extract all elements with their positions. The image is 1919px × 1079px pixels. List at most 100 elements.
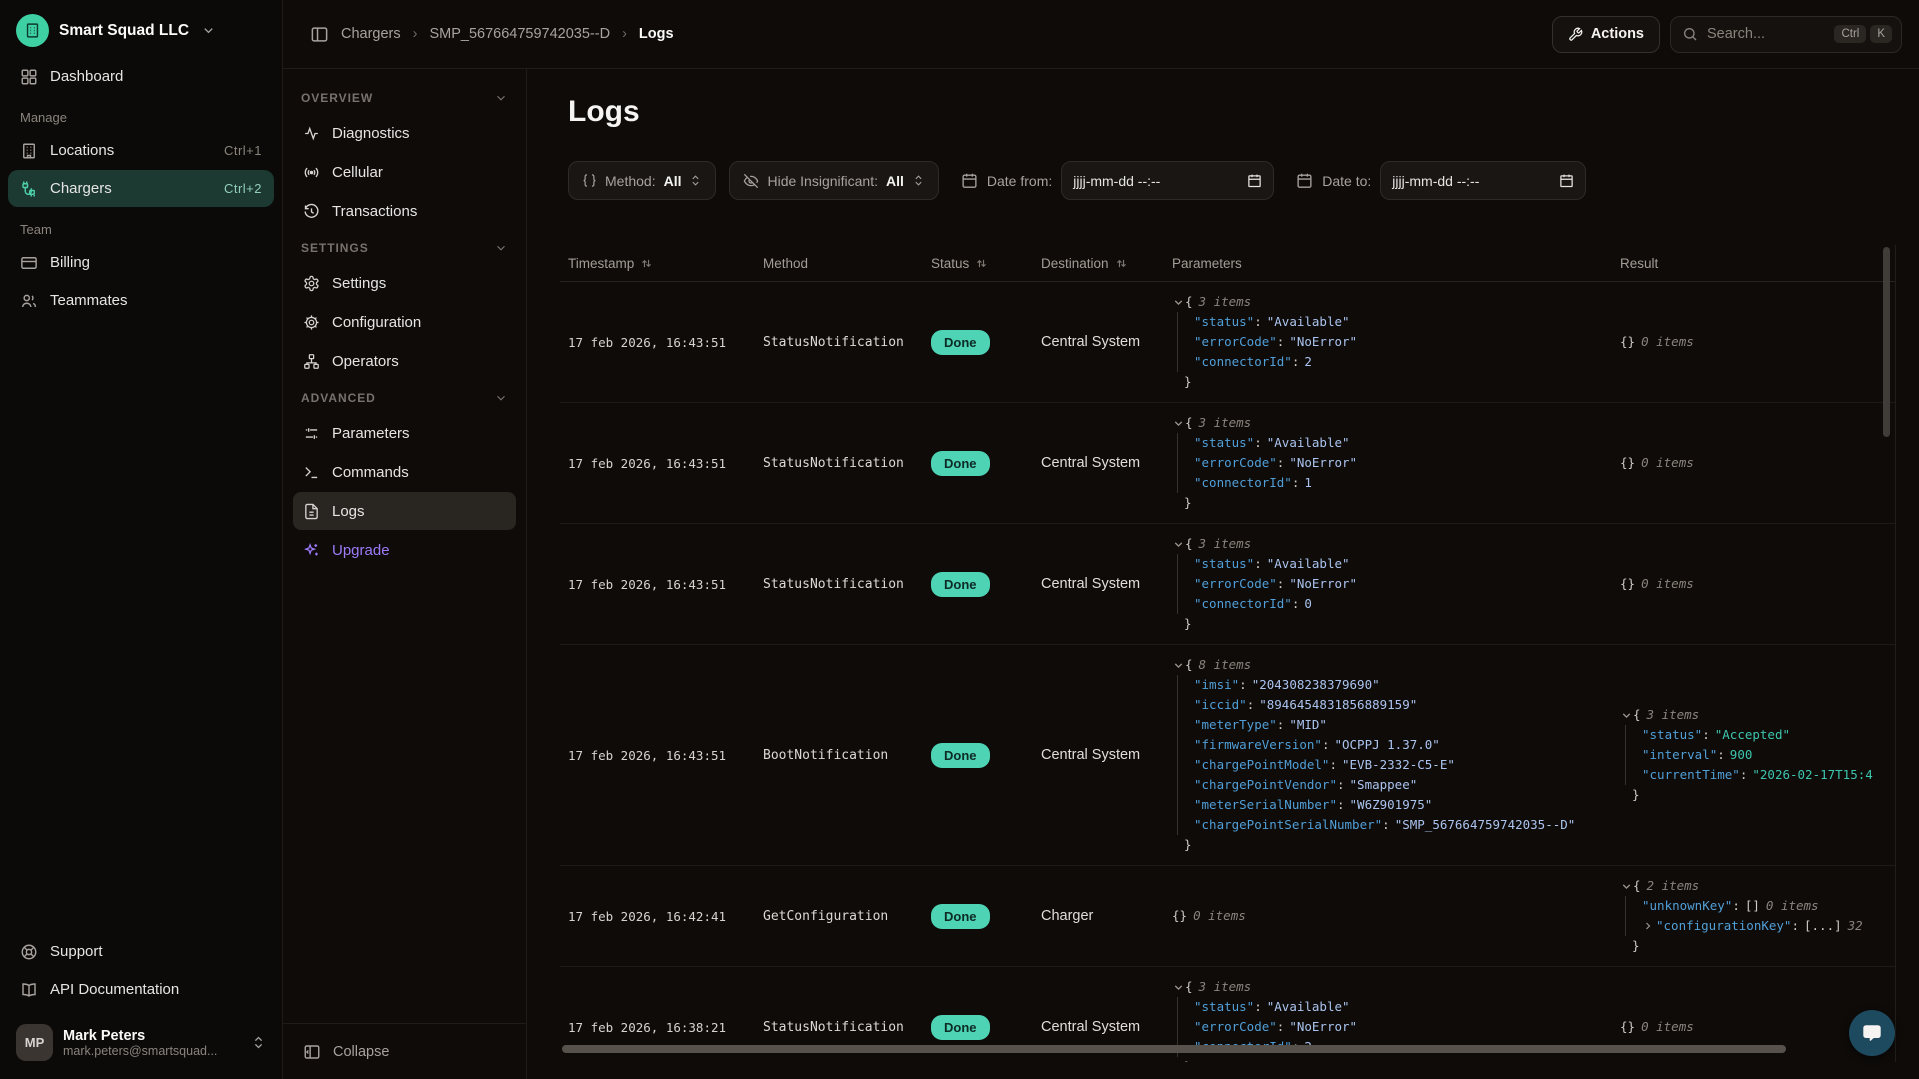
log-table-body: 17 feb 2026, 16:43:51StatusNotificationD… (560, 282, 1895, 1062)
result-cell: {3 items"status":"Accepted""interval":90… (1620, 705, 1895, 805)
json-collapse-icon[interactable] (1620, 709, 1633, 722)
column-header-status[interactable]: Status (931, 256, 1041, 271)
search-input[interactable]: Search... Ctrl K (1670, 16, 1902, 53)
column-header-method[interactable]: Method (763, 256, 931, 271)
avatar: MP (16, 1024, 53, 1061)
date-to-input[interactable]: jjjj-mm-dd --:-- (1380, 161, 1586, 200)
subnav-item-configuration[interactable]: Configuration (293, 303, 516, 341)
subnav-section-advanced[interactable]: ADVANCED (283, 381, 526, 413)
parameters-cell: {3 items"status":"Available""errorCode":… (1172, 292, 1620, 392)
timestamp-cell: 17 feb 2026, 16:38:21 (560, 1020, 763, 1035)
sidebar-item-label: Locations (50, 142, 114, 159)
terminal-icon (303, 464, 320, 481)
method-filter-value: All (664, 173, 682, 189)
subnav-item-label: Diagnostics (332, 125, 410, 142)
table-row: 17 feb 2026, 16:43:51StatusNotificationD… (560, 282, 1895, 403)
chat-widget-button[interactable] (1849, 1010, 1895, 1056)
section-label-manage: Manage (0, 96, 282, 131)
parameters-cell: {}0 items (1172, 906, 1620, 926)
status-cell: Done (931, 904, 1041, 929)
sidebar-item-api-documentation[interactable]: API Documentation (8, 971, 274, 1008)
date-from-group: Date from: jjjj-mm-dd --:-- (961, 161, 1274, 200)
table-row: 17 feb 2026, 16:43:51StatusNotificationD… (560, 524, 1895, 645)
json-collapse-icon[interactable] (1172, 659, 1185, 672)
date-from-input[interactable]: jjjj-mm-dd --:-- (1061, 161, 1274, 200)
result-cell: {2 items"unknownKey":[]0 items"configura… (1620, 876, 1895, 956)
status-cell: Done (931, 572, 1041, 597)
subnav-item-diagnostics[interactable]: Diagnostics (293, 114, 516, 152)
date-to-value: jjjj-mm-dd --:-- (1392, 173, 1479, 189)
subnav-item-transactions[interactable]: Transactions (293, 192, 516, 230)
subnav-item-label: Commands (332, 464, 409, 481)
chevron-down-icon (494, 91, 508, 105)
panel-left-icon[interactable] (310, 25, 329, 44)
table-header: Timestamp Method Status Destination Para… (560, 245, 1895, 282)
breadcrumb-charger-id[interactable]: SMP_567664759742035--D (429, 26, 610, 42)
calendar-picker-icon[interactable] (1247, 173, 1262, 188)
json-expand-icon[interactable] (1642, 920, 1654, 932)
parameters-cell: {8 items"imsi":"204308238379690""iccid":… (1172, 655, 1620, 855)
json-collapse-icon[interactable] (1172, 981, 1185, 994)
destination-cell: Central System (1041, 1019, 1172, 1035)
sidebar-item-teammates[interactable]: Teammates (8, 282, 274, 319)
timestamp-cell: 17 feb 2026, 16:42:41 (560, 909, 763, 924)
user-menu[interactable]: MP Mark Peters mark.peters@smartsquad... (8, 1016, 274, 1069)
subnav-item-label: Logs (332, 503, 365, 520)
subnav-item-operators[interactable]: Operators (293, 342, 516, 380)
json-collapse-icon[interactable] (1172, 538, 1185, 551)
sidebar-item-support[interactable]: Support (8, 933, 274, 970)
subnav-item-parameters[interactable]: Parameters (293, 414, 516, 452)
subnav-section-label: ADVANCED (301, 391, 376, 405)
subnav-section-overview[interactable]: OVERVIEW (283, 81, 526, 113)
sidebar-item-label: Chargers (50, 180, 112, 197)
status-badge: Done (931, 572, 990, 597)
subnav-item-upgrade[interactable]: Upgrade (293, 531, 516, 569)
sidebar-item-dashboard[interactable]: Dashboard (8, 58, 274, 95)
status-badge: Done (931, 1015, 990, 1040)
charger-cable-icon (20, 180, 38, 198)
breadcrumb-chargers[interactable]: Chargers (341, 26, 401, 42)
subnav-item-settings[interactable]: Settings (293, 264, 516, 302)
sort-icon (1115, 257, 1128, 270)
chevron-down-icon (494, 241, 508, 255)
json-collapse-icon[interactable] (1172, 417, 1185, 430)
column-header-destination[interactable]: Destination (1041, 256, 1172, 271)
sidebar-item-billing[interactable]: Billing (8, 244, 274, 281)
org-switcher[interactable]: Smart Squad LLC (0, 0, 282, 57)
destination-cell: Central System (1041, 455, 1172, 471)
json-collapse-icon[interactable] (1172, 296, 1185, 309)
collapse-sidebar-button[interactable]: Collapse (283, 1023, 526, 1079)
history-clock-icon (303, 203, 320, 220)
sidebar-item-locations[interactable]: Locations Ctrl+1 (8, 132, 274, 169)
page-title: Logs (568, 95, 640, 129)
breadcrumb-current: Logs (639, 26, 674, 42)
horizontal-scrollbar[interactable] (562, 1045, 1786, 1053)
subnav-item-label: Transactions (332, 203, 417, 220)
subnav-item-label: Configuration (332, 314, 421, 331)
column-header-timestamp[interactable]: Timestamp (560, 256, 763, 271)
hide-insignificant-select[interactable]: Hide Insignificant: All (729, 161, 938, 200)
json-collapse-icon[interactable] (1620, 880, 1633, 893)
actions-button[interactable]: Actions (1552, 16, 1660, 53)
method-cell: StatusNotification (763, 456, 931, 471)
sidebar-item-label: Support (50, 943, 103, 960)
wrench-icon (1568, 27, 1583, 42)
users-icon (20, 292, 38, 310)
calendar-icon (1296, 172, 1313, 189)
subnav-item-cellular[interactable]: Cellular (293, 153, 516, 191)
subnav-section-settings[interactable]: SETTINGS (283, 231, 526, 263)
method-filter-select[interactable]: Method: All (568, 161, 716, 200)
subnav-item-logs[interactable]: Logs (293, 492, 516, 530)
chat-icon (1861, 1022, 1883, 1044)
sidebar-item-chargers[interactable]: Chargers Ctrl+2 (8, 170, 274, 207)
chevrons-up-down-icon (689, 174, 702, 187)
parameters-cell: {3 items"status":"Available""errorCode":… (1172, 534, 1620, 634)
vertical-scrollbar[interactable] (1883, 247, 1890, 437)
date-to-group: Date to: jjjj-mm-dd --:-- (1296, 161, 1586, 200)
subnav-item-commands[interactable]: Commands (293, 453, 516, 491)
sparkles-icon (303, 542, 320, 559)
calendar-picker-icon[interactable] (1559, 173, 1574, 188)
shortcut-badge: Ctrl+1 (224, 143, 262, 158)
result-cell: {}0 items (1620, 332, 1895, 352)
filter-bar: Method: All Hide Insignificant: All Date… (568, 161, 1586, 200)
